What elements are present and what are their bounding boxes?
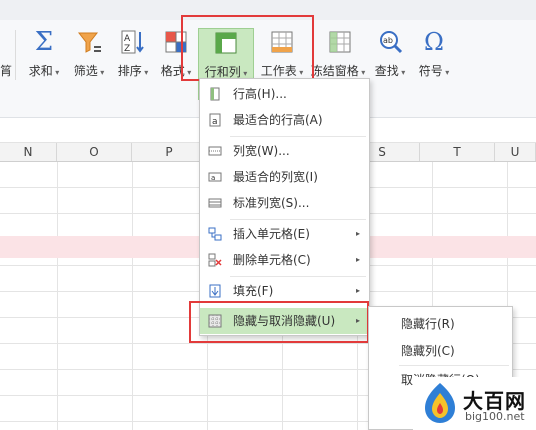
menu-separator (230, 219, 366, 220)
watermark-url: big100.net (465, 410, 525, 423)
freeze-panes-icon (327, 28, 353, 56)
menu-item-standard-width[interactable]: 标准列宽(S)... (200, 190, 369, 216)
filter-label: 筛选 (68, 62, 110, 79)
menu-item-label: 最适合的列宽(I) (233, 170, 318, 184)
insert-cells-icon (208, 227, 222, 241)
format-icon (163, 28, 189, 56)
sigma-icon: Σ (34, 27, 54, 57)
autofit-column-icon: a (208, 172, 222, 182)
menu-item-label: 隐藏与取消隐藏(U) (233, 314, 336, 328)
symbol-label: 符号 (414, 62, 454, 79)
rows-columns-icon (213, 29, 239, 57)
svg-text:a: a (212, 117, 218, 127)
format-label: 格式 (156, 62, 196, 79)
menu-item-label: 列宽(W)... (233, 144, 290, 158)
sort-az-icon: AZ (120, 28, 146, 56)
ribbon-partial-label: 筲 (0, 64, 13, 78)
submenu-item-hide-column[interactable]: 隐藏列(C) (401, 342, 455, 359)
title-band (0, 0, 536, 20)
rows-columns-menu: 行高(H)... a 最适合的行高(A) 列宽(W)... a 最适合的列宽(I… (199, 78, 370, 336)
ribbon-divider (15, 30, 16, 80)
find-button[interactable]: ab 查找 (370, 28, 410, 98)
menu-item-label: 插入单元格(E) (233, 227, 310, 241)
worksheet-icon (269, 28, 295, 56)
column-header-T[interactable]: T (420, 143, 495, 161)
standard-width-icon (208, 198, 222, 208)
menu-item-label: 填充(F) (233, 284, 274, 298)
watermark-logo: 大百网 big100.net (413, 377, 536, 430)
column-header-N[interactable]: N (0, 143, 57, 161)
worksheet-label: 工作表 (256, 62, 308, 79)
svg-text:ab: ab (383, 36, 393, 45)
svg-text:Z: Z (124, 44, 130, 54)
hide-unhide-icon (208, 314, 222, 328)
menu-item-delete-cells[interactable]: 删除单元格(C) ▸ (200, 247, 369, 273)
brand-logo-icon (425, 383, 455, 423)
menu-separator (230, 276, 366, 277)
menu-item-hide-unhide[interactable]: 隐藏与取消隐藏(U) ▸ (200, 308, 369, 334)
menu-item-label: 标准列宽(S)... (233, 196, 310, 210)
submenu-item-hide-row[interactable]: 隐藏行(R) (401, 315, 455, 332)
omega-icon: Ω (424, 28, 444, 56)
format-button[interactable]: 格式 (156, 28, 196, 98)
menu-item-column-width[interactable]: 列宽(W)... (200, 138, 369, 164)
menu-item-fill[interactable]: 填充(F) ▸ (200, 278, 369, 304)
symbol-button[interactable]: Ω 符号 (414, 28, 454, 98)
column-header-U[interactable]: U (495, 143, 536, 161)
menu-item-row-height[interactable]: 行高(H)... (200, 81, 369, 107)
find-label: 查找 (370, 62, 410, 79)
funnel-icon (76, 28, 102, 56)
row-height-icon (210, 87, 220, 101)
freeze-panes-label: 冻结窗格 (308, 62, 368, 79)
menu-item-autofit-column-width[interactable]: a 最适合的列宽(I) (200, 164, 369, 190)
menu-item-label: 删除单元格(C) (233, 253, 311, 267)
submenu-arrow-icon: ▸ (355, 229, 360, 238)
menu-item-autofit-row-height[interactable]: a 最适合的行高(A) (200, 107, 369, 133)
delete-cells-icon (208, 253, 222, 267)
submenu-arrow-icon: ▸ (355, 316, 360, 325)
sum-button[interactable]: Σ 求和 (24, 28, 64, 98)
menu-item-insert-cells[interactable]: 插入单元格(E) ▸ (200, 221, 369, 247)
submenu-separator (399, 365, 509, 366)
menu-item-label: 最适合的行高(A) (233, 113, 323, 127)
menu-item-label: 行高(H)... (233, 87, 287, 101)
svg-text:A: A (124, 34, 131, 44)
filter-button[interactable]: 筛选 (68, 28, 110, 98)
autofit-row-icon: a (209, 113, 221, 127)
column-header-P[interactable]: P (132, 143, 207, 161)
find-icon: ab (377, 28, 403, 56)
submenu-arrow-icon: ▸ (355, 286, 360, 295)
sort-button[interactable]: AZ 排序 (112, 28, 154, 98)
fill-down-icon (209, 284, 221, 298)
svg-text:a: a (211, 174, 215, 182)
sum-label: 求和 (24, 62, 64, 79)
column-width-icon (208, 146, 222, 156)
submenu-arrow-icon: ▸ (355, 255, 360, 264)
column-header-O[interactable]: O (57, 143, 132, 161)
menu-separator (230, 136, 366, 137)
sort-label: 排序 (112, 62, 154, 79)
